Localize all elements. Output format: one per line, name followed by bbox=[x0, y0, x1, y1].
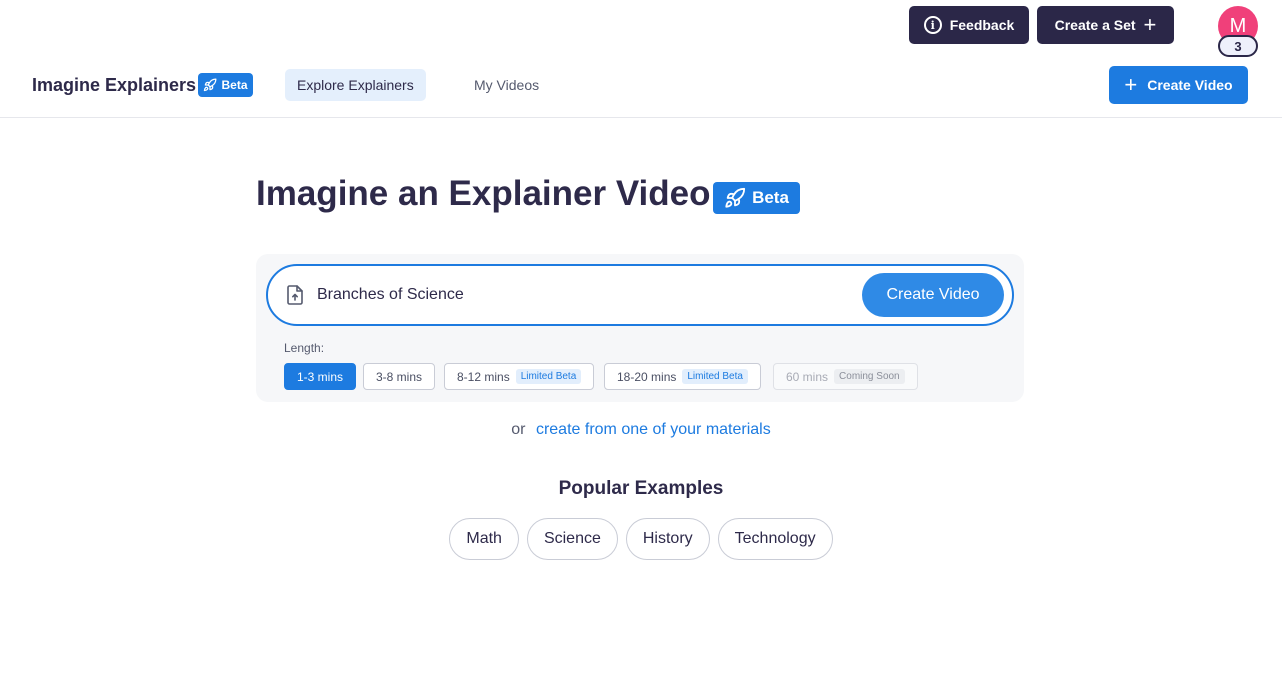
tab-explore-explainers[interactable]: Explore Explainers bbox=[285, 69, 426, 101]
create-set-label: Create a Set bbox=[1054, 17, 1136, 33]
create-video-button[interactable]: Create Video bbox=[862, 273, 1004, 317]
nav-bar: Imagine Explainers Beta Explore Explaine… bbox=[0, 60, 1282, 118]
info-icon: i bbox=[923, 16, 942, 34]
plus-icon: + bbox=[1143, 12, 1157, 37]
brand-title: Imagine Explainers bbox=[32, 75, 197, 95]
prompt-input[interactable] bbox=[317, 280, 847, 310]
prompt-box: Create Video bbox=[266, 264, 1014, 326]
length-option-18-20[interactable]: 18-20 mins Limited Beta bbox=[604, 363, 761, 390]
example-pill-history[interactable]: History bbox=[625, 518, 710, 560]
example-pill-science[interactable]: Science bbox=[526, 518, 618, 560]
example-pill-technology[interactable]: Technology bbox=[717, 518, 833, 560]
length-option-label: 1-3 mins bbox=[297, 369, 344, 384]
length-option-label: 8-12 mins bbox=[457, 369, 510, 384]
create-set-button[interactable]: Create a Set + bbox=[1037, 6, 1174, 44]
example-pill-math[interactable]: Math bbox=[449, 518, 519, 560]
avatar-count-badge: 3 bbox=[1218, 35, 1258, 57]
coming-soon-tag: Coming Soon bbox=[834, 369, 905, 384]
popular-examples-title: Popular Examples bbox=[558, 478, 724, 499]
hero-beta-badge: Beta bbox=[713, 182, 800, 214]
plus-icon: + bbox=[1124, 72, 1138, 97]
rocket-icon bbox=[204, 78, 217, 92]
or-text: or bbox=[511, 421, 526, 438]
file-upload-icon[interactable] bbox=[286, 285, 304, 305]
length-option-60: 60 mins Coming Soon bbox=[773, 363, 918, 390]
limited-beta-tag: Limited Beta bbox=[682, 369, 748, 384]
length-option-label: 60 mins bbox=[786, 369, 829, 384]
beta-label: Beta bbox=[221, 78, 248, 92]
rocket-icon bbox=[725, 187, 746, 208]
create-video-header-label: Create Video bbox=[1147, 77, 1233, 93]
examples-list: Math Science History Technology bbox=[0, 518, 1282, 560]
beta-badge: Beta bbox=[198, 73, 253, 97]
length-option-3-8[interactable]: 3-8 mins bbox=[363, 363, 436, 390]
create-video-header-button[interactable]: + Create Video bbox=[1109, 66, 1248, 104]
top-bar: i Feedback Create a Set + M 3 bbox=[0, 6, 1282, 57]
length-option-8-12[interactable]: 8-12 mins Limited Beta bbox=[444, 363, 595, 390]
length-option-label: 3-8 mins bbox=[376, 369, 423, 384]
length-label: Length: bbox=[284, 341, 325, 355]
length-option-1-3[interactable]: 1-3 mins bbox=[284, 363, 357, 390]
materials-line: or create from one of your materials bbox=[0, 421, 1282, 439]
create-from-materials-link[interactable]: create from one of your materials bbox=[536, 421, 771, 438]
length-option-label: 18-20 mins bbox=[617, 369, 677, 384]
feedback-button[interactable]: i Feedback bbox=[909, 6, 1029, 44]
feedback-label: Feedback bbox=[949, 17, 1015, 33]
page-title: Imagine an Explainer Video bbox=[256, 174, 711, 213]
limited-beta-tag: Limited Beta bbox=[515, 369, 582, 384]
tab-my-videos[interactable]: My Videos bbox=[462, 69, 551, 101]
hero-beta-label: Beta bbox=[752, 188, 789, 207]
prompt-panel: Create Video Length: 1-3 mins 3-8 mins 8… bbox=[256, 254, 1024, 402]
